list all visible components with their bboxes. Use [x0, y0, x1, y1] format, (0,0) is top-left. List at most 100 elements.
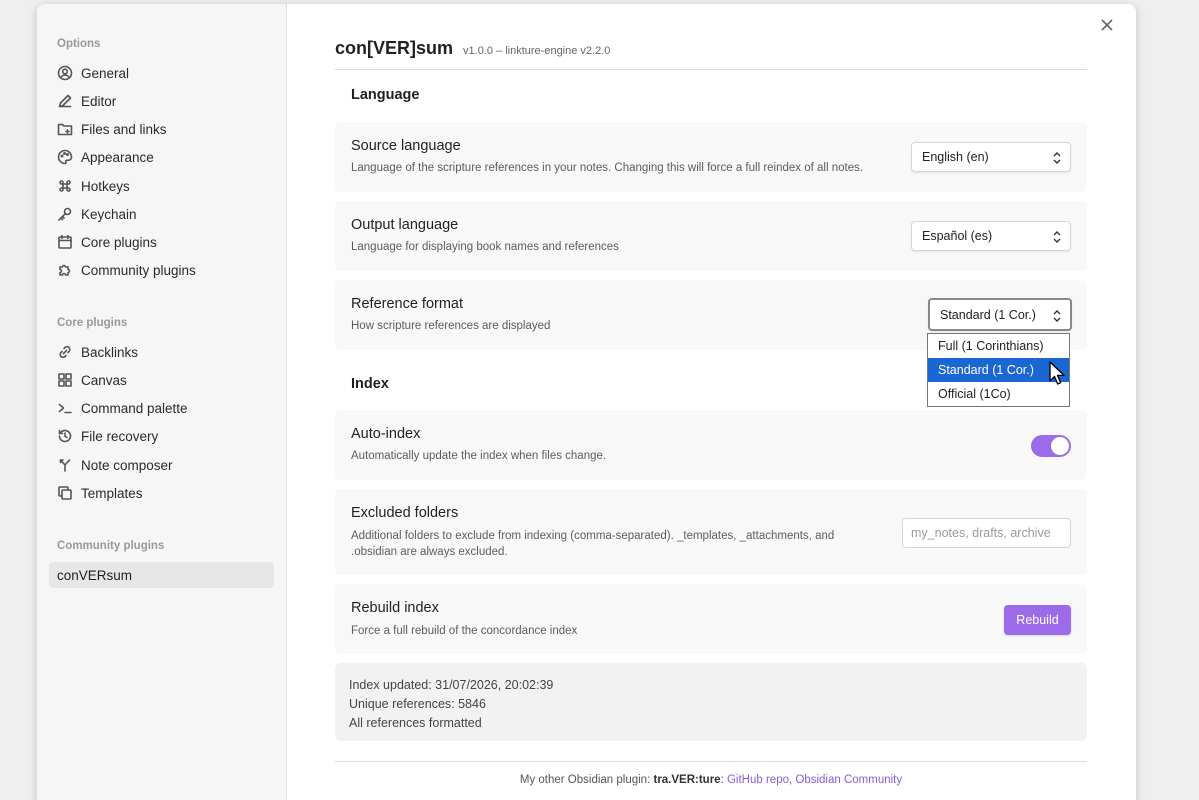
sidebar-item-canvas[interactable]: Canvas — [49, 367, 274, 393]
sidebar-item-community-plugins[interactable]: Community plugins — [49, 257, 274, 283]
footer-prefix: My other Obsidian plugin: — [519, 774, 654, 786]
section-heading-index: Index — [351, 376, 389, 392]
sidebar-item-note-composer[interactable]: Note composer — [49, 452, 274, 478]
sidebar-item-label: Keychain — [81, 206, 137, 222]
status-unique-references: Unique references: 5846 — [349, 697, 486, 711]
footer: My other Obsidian plugin: tra.VER:ture: … — [335, 774, 1087, 786]
mouse-cursor-icon — [1049, 361, 1065, 385]
header-divider — [335, 69, 1087, 70]
status-index-updated: Index updated: 31/07/2026, 20:02:39 — [349, 678, 554, 692]
close-button[interactable] — [1096, 14, 1118, 36]
sidebar-item-label: General — [81, 65, 130, 81]
sidebar-heading-options: Options — [57, 38, 101, 50]
sidebar-item-appearance[interactable]: Appearance — [49, 144, 274, 170]
toggle-knob — [1051, 437, 1069, 455]
select-value: English (en) — [922, 150, 989, 164]
sidebar-item-keychain[interactable]: Keychain — [49, 201, 274, 227]
chevron-updown-icon — [1053, 310, 1061, 322]
setting-name: Rebuild index — [351, 600, 439, 616]
setting-name: Excluded folders — [351, 505, 459, 521]
sidebar-item-hotkeys[interactable]: Hotkeys — [49, 173, 274, 199]
palette-icon — [57, 149, 73, 165]
rebuild-button[interactable]: Rebuild — [1004, 605, 1071, 635]
setting-description: Automatically update the index when file… — [351, 450, 607, 462]
grid-icon — [57, 372, 73, 388]
sidebar-item-label: Command palette — [81, 400, 188, 416]
chevron-updown-icon — [1053, 152, 1061, 164]
copy-icon — [57, 485, 73, 501]
sidebar-heading-core-plugins: Core plugins — [57, 317, 128, 329]
sidebar-item-label: Editor — [81, 93, 117, 109]
section-heading-language: Language — [351, 87, 420, 103]
sidebar-item-label: Note composer — [81, 457, 173, 473]
setting-name: Output language — [351, 217, 459, 233]
github-repo-link[interactable]: GitHub repo — [727, 774, 789, 786]
sidebar-item-label: Hotkeys — [81, 178, 130, 194]
dropdown-option-standard[interactable]: Standard (1 Cor.) — [928, 358, 1069, 382]
footer-divider — [335, 761, 1087, 762]
obsidian-community-link[interactable]: Obsidian Community — [795, 774, 902, 786]
dropdown-option-official[interactable]: Official (1Co) — [928, 382, 1069, 406]
setting-name: Source language — [351, 138, 461, 154]
setting-description: Language of the scripture references in … — [351, 162, 864, 174]
setting-auto-index: Auto-index Automatically update the inde… — [335, 410, 1087, 480]
link-icon — [57, 344, 73, 360]
select-value: Español (es) — [922, 229, 993, 243]
sidebar-item-label: File recovery — [81, 428, 159, 444]
sidebar-item-backlinks[interactable]: Backlinks — [49, 339, 274, 365]
sidebar-item-editor[interactable]: Editor — [49, 88, 274, 114]
sidebar-item-label: Community plugins — [81, 262, 196, 278]
puzzle-icon — [57, 262, 73, 278]
sidebar-item-label: Appearance — [81, 149, 154, 165]
settings-modal: Options General Editor Files and links A… — [37, 4, 1136, 800]
sidebar-item-label: Canvas — [81, 372, 127, 388]
sidebar-item-label: Core plugins — [81, 234, 157, 250]
chevron-updown-icon — [1053, 231, 1061, 243]
setting-excluded-folders: Excluded folders Additional folders to e… — [335, 489, 1087, 575]
sidebar-item-core-plugins[interactable]: Core plugins — [49, 229, 274, 255]
index-status-panel: Index updated: 31/07/2026, 20:02:39 Uniq… — [335, 663, 1087, 741]
merge-icon — [57, 457, 73, 473]
setting-description: Additional folders to exclude from index… — [351, 530, 835, 558]
select-value: Standard (1 Cor.) — [940, 307, 1036, 322]
reference-format-select[interactable]: Standard (1 Cor.) — [928, 298, 1072, 331]
sidebar-heading-community-plugins: Community plugins — [57, 540, 165, 552]
auto-index-toggle[interactable] — [1031, 435, 1071, 457]
sidebar-item-command-palette[interactable]: Command palette — [49, 395, 274, 421]
user-circle-icon — [57, 65, 73, 81]
history-icon — [57, 428, 73, 444]
sidebar-item-label: Templates — [81, 485, 143, 501]
sidebar-item-general[interactable]: General — [49, 60, 274, 86]
source-language-select[interactable]: English (en) — [911, 142, 1071, 172]
sidebar-item-file-recovery[interactable]: File recovery — [49, 423, 274, 449]
dropdown-option-full[interactable]: Full (1 Corinthians) — [928, 334, 1069, 358]
sidebar-item-files-and-links[interactable]: Files and links — [49, 116, 274, 142]
setting-source-language: Source language Language of the scriptur… — [335, 122, 1087, 192]
plugin-title: con[VER]sum — [335, 38, 454, 58]
plugin-version: v1.0.0 – linkture-engine v2.2.0 — [463, 45, 611, 57]
settings-sidebar: Options General Editor Files and links A… — [37, 4, 287, 800]
sidebar-item-label: conVERsum — [57, 567, 133, 583]
sidebar-item-label: Files and links — [81, 121, 167, 137]
plugin-header: con[VER]sum v1.0.0 – linkture-engine v2.… — [335, 38, 610, 59]
command-icon — [57, 178, 73, 194]
output-language-select[interactable]: Español (es) — [911, 221, 1071, 251]
sidebar-item-conversum[interactable]: conVERsum — [49, 562, 274, 588]
setting-description: How scripture references are displayed — [351, 320, 551, 332]
status-formatted: All references formatted — [349, 716, 482, 730]
folder-link-icon — [57, 121, 73, 137]
key-icon — [57, 206, 73, 222]
setting-name: Reference format — [351, 296, 464, 312]
setting-name: Auto-index — [351, 426, 421, 442]
terminal-icon — [57, 400, 73, 416]
setting-output-language: Output language Language for displaying … — [335, 201, 1087, 271]
setting-description: Force a full rebuild of the concordance … — [351, 625, 578, 637]
settings-content: con[VER]sum v1.0.0 – linkture-engine v2.… — [335, 4, 1087, 800]
footer-plugin-name: tra.VER:ture — [653, 774, 721, 786]
sidebar-item-templates[interactable]: Templates — [49, 480, 274, 506]
close-icon — [1101, 19, 1113, 31]
sidebar-item-label: Backlinks — [81, 344, 139, 360]
setting-rebuild-index: Rebuild index Force a full rebuild of th… — [335, 584, 1087, 654]
excluded-folders-input[interactable] — [902, 518, 1071, 548]
setting-description: Language for displaying book names and r… — [351, 241, 619, 253]
